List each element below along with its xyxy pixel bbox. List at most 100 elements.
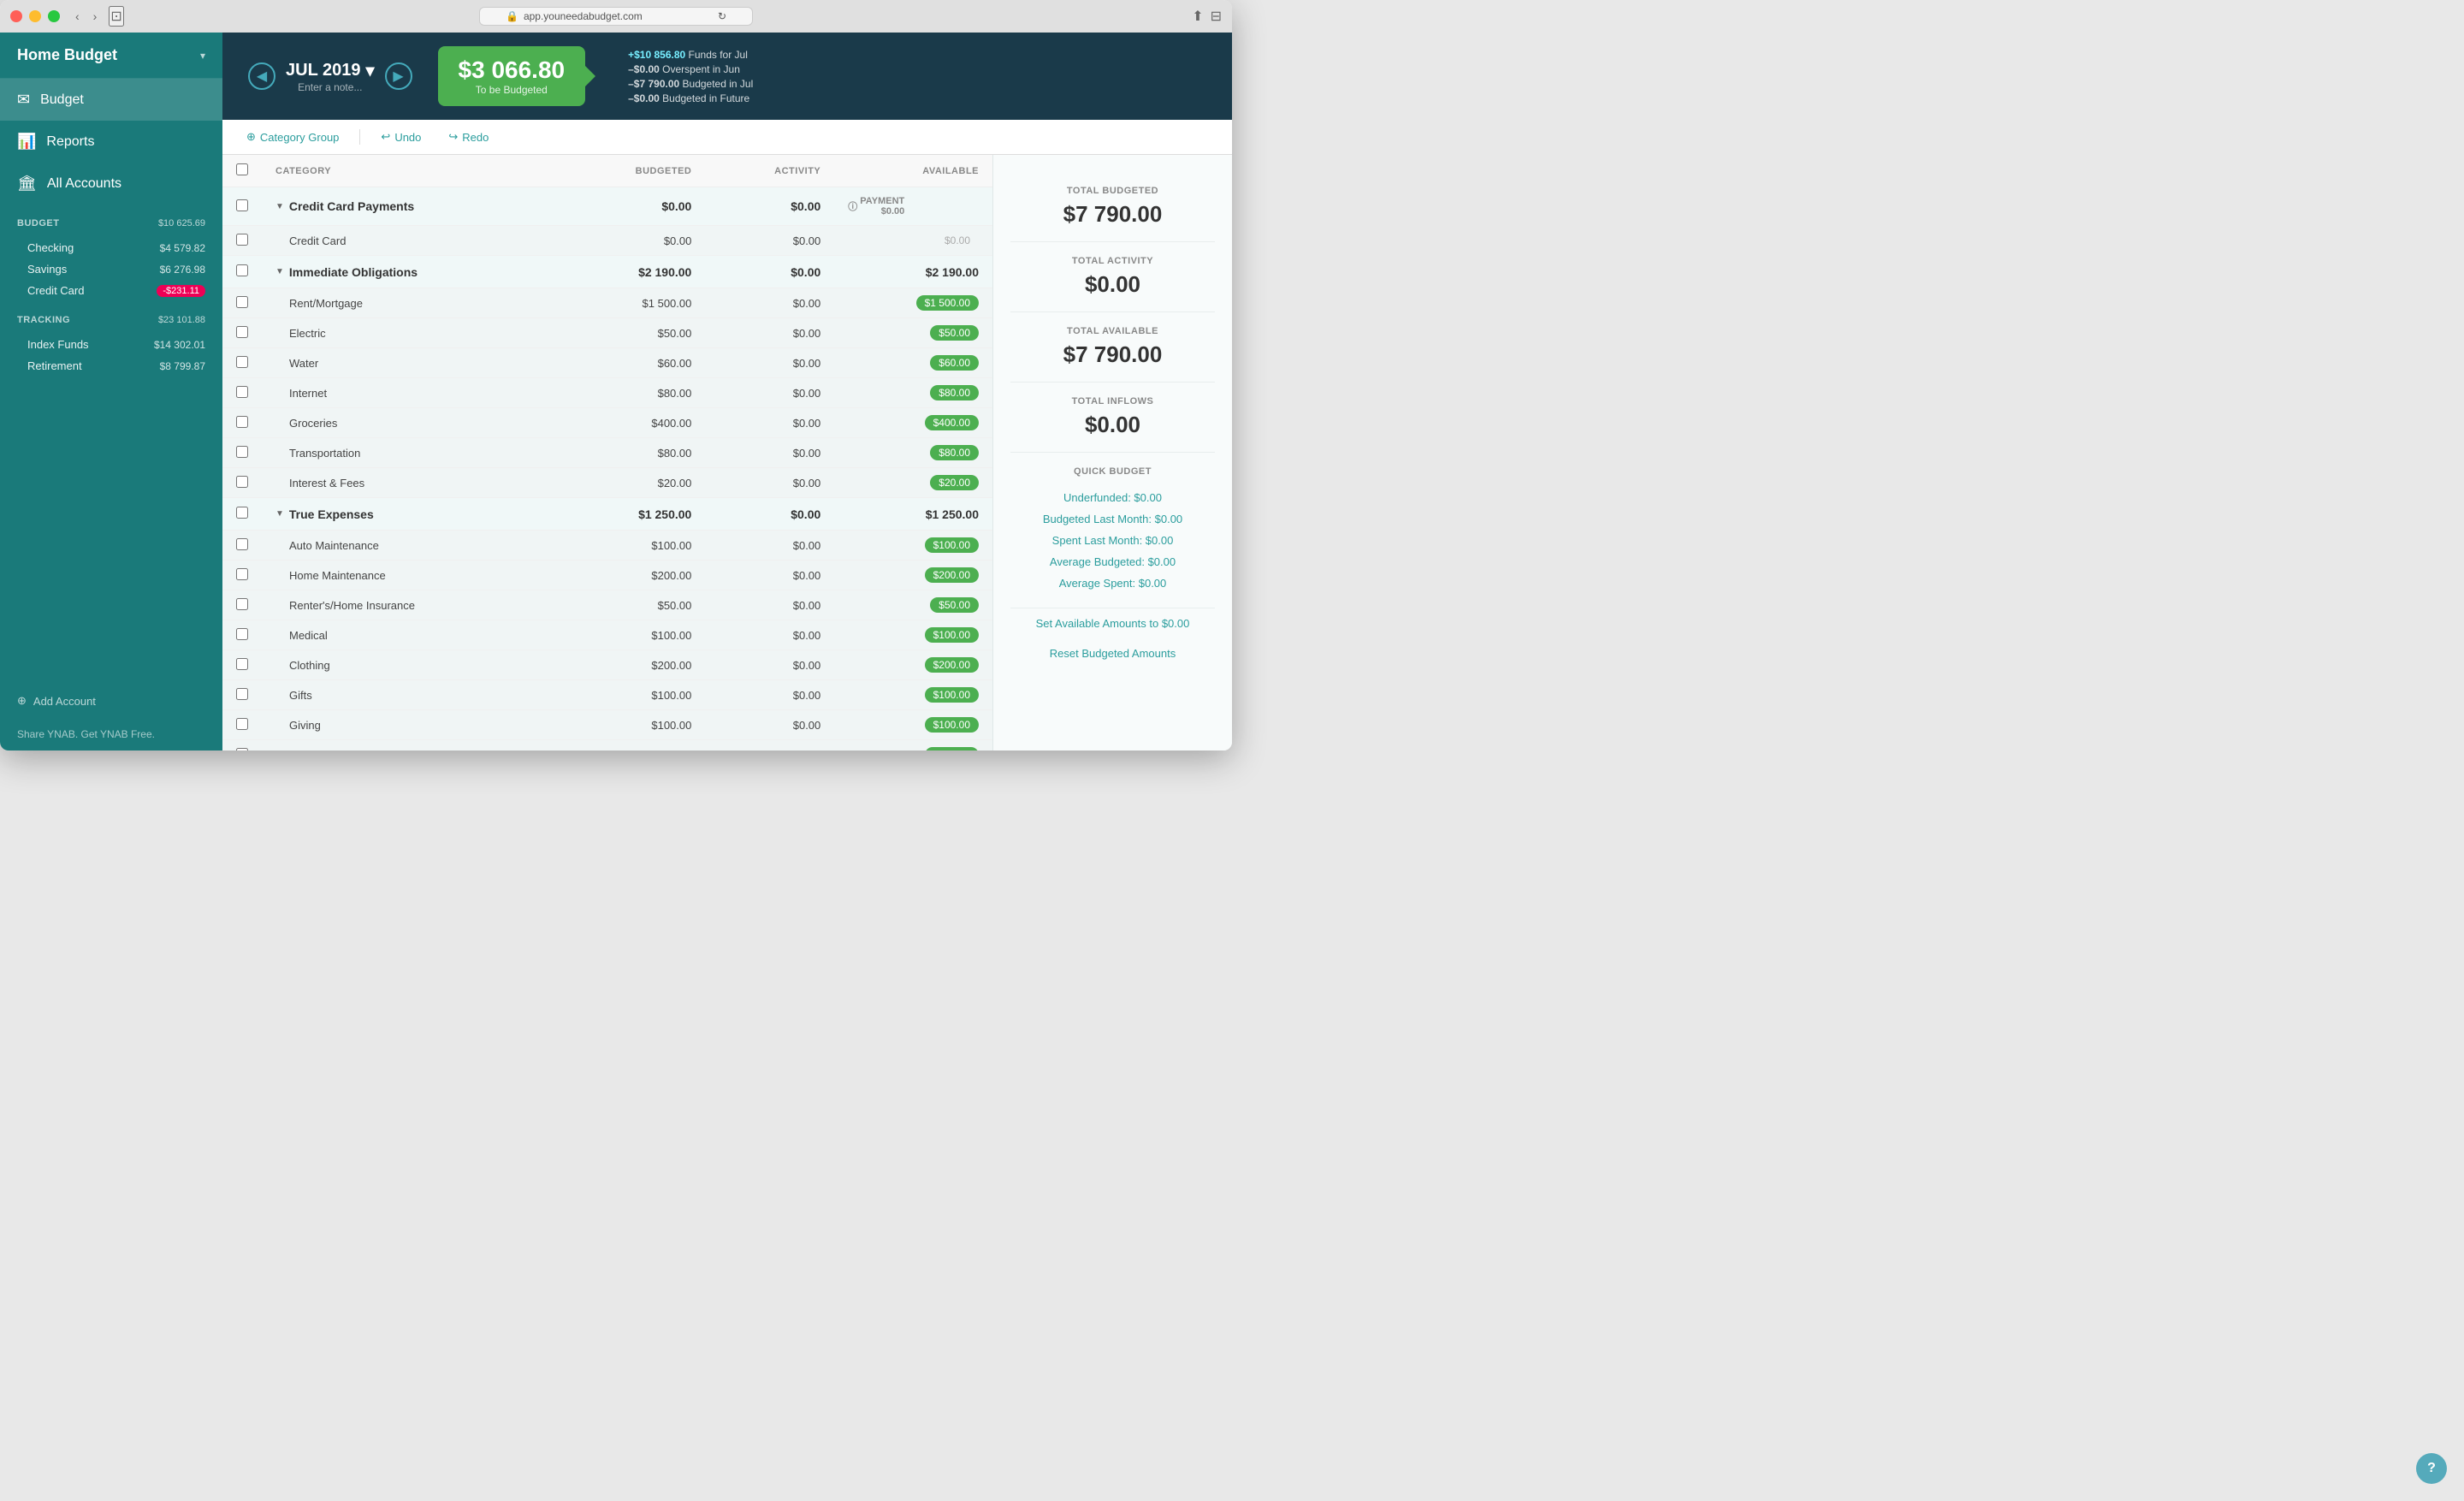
tracking-section-header[interactable]: TRACKING $23 101.88 (17, 310, 205, 330)
row-checkbox[interactable] (236, 628, 248, 640)
sidebar-account-savings[interactable]: Savings $6 276.98 (0, 258, 222, 280)
available-badge[interactable]: $80.00 (930, 445, 979, 460)
item-available: $20.00 (834, 468, 992, 498)
add-account-button[interactable]: ⊕ Add Account (0, 684, 222, 718)
sidebar-account-checking[interactable]: Checking $4 579.82 (0, 237, 222, 258)
available-badge[interactable]: $200.00 (925, 567, 979, 583)
item-budgeted[interactable]: $100.00 (559, 620, 705, 650)
quick-budget-budgeted-last-month[interactable]: Budgeted Last Month: $0.00 (1010, 508, 1215, 530)
available-badge[interactable]: $100.00 (925, 537, 979, 553)
row-checkbox[interactable] (236, 538, 248, 550)
set-available-button[interactable]: Set Available Amounts to $0.00 (1010, 608, 1215, 638)
sidebar-toggle-button[interactable]: ⊡ (109, 6, 123, 27)
group-budgeted[interactable]: $2 190.00 (559, 256, 705, 288)
titlebar: ‹ › ⊡ 🔒 app.youneedabudget.com ↻ ⬆ ⊟ (0, 0, 1232, 33)
sidebar-account-retirement[interactable]: Retirement $8 799.87 (0, 355, 222, 377)
url-bar[interactable]: 🔒 app.youneedabudget.com ↻ (479, 7, 753, 26)
quick-budget-average-budgeted[interactable]: Average Budgeted: $0.00 (1010, 551, 1215, 573)
item-budgeted[interactable]: $80.00 (559, 378, 705, 408)
row-checkbox[interactable] (236, 326, 248, 338)
item-budgeted[interactable]: $50.00 (559, 318, 705, 348)
available-badge-zero[interactable]: $0.00 (936, 233, 979, 248)
budget-section-header[interactable]: BUDGET $10 625.69 (17, 213, 205, 234)
available-badge[interactable]: $50.00 (930, 597, 979, 613)
item-budgeted[interactable]: $100.00 (559, 710, 705, 740)
quick-budget-underfunded[interactable]: Underfunded: $0.00 (1010, 487, 1215, 508)
row-checkbox[interactable] (236, 386, 248, 398)
available-badge[interactable]: $100.00 (925, 687, 979, 703)
row-checkbox[interactable] (236, 264, 248, 276)
group-budgeted[interactable]: $0.00 (559, 187, 705, 226)
row-checkbox[interactable] (236, 199, 248, 211)
item-budgeted[interactable]: $60.00 (559, 348, 705, 378)
row-checkbox[interactable] (236, 296, 248, 308)
item-budgeted[interactable]: $20.00 (559, 468, 705, 498)
close-button[interactable] (10, 10, 22, 22)
row-checkbox[interactable] (236, 688, 248, 700)
row-checkbox[interactable] (236, 507, 248, 519)
item-budgeted[interactable]: $100.00 (559, 531, 705, 561)
to-be-budgeted-box[interactable]: $3 066.80 To be Budgeted (438, 46, 586, 106)
available-badge[interactable]: $100.00 (925, 627, 979, 643)
expand-arrow-icon[interactable]: ▼ (275, 267, 284, 276)
expand-arrow-icon[interactable]: ▼ (275, 509, 284, 519)
select-all-checkbox[interactable] (236, 163, 248, 175)
forward-button[interactable]: › (88, 8, 103, 25)
next-month-button[interactable]: ▶ (385, 62, 412, 90)
item-budgeted[interactable]: $400.00 (559, 408, 705, 438)
expand-arrow-icon[interactable]: ▼ (275, 202, 284, 211)
maximize-button[interactable] (48, 10, 60, 22)
row-checkbox[interactable] (236, 598, 248, 610)
sidebar-account-index-funds[interactable]: Index Funds $14 302.01 (0, 334, 222, 355)
prev-month-button[interactable]: ◀ (248, 62, 275, 90)
item-budgeted[interactable]: $100.00 (559, 680, 705, 710)
group-budgeted[interactable]: $1 250.00 (559, 498, 705, 531)
sidebar-arrow-icon[interactable]: ▾ (200, 50, 205, 62)
available-badge[interactable]: $60.00 (930, 355, 979, 371)
tbb-label: To be Budgeted (459, 84, 566, 96)
minimize-button[interactable] (29, 10, 41, 22)
available-badge[interactable]: $80.00 (930, 385, 979, 400)
redo-button[interactable]: ↪ Redo (441, 127, 495, 147)
row-checkbox[interactable] (236, 234, 248, 246)
undo-button[interactable]: ↩ Undo (374, 127, 428, 147)
row-checkbox[interactable] (236, 356, 248, 368)
row-checkbox[interactable] (236, 718, 248, 730)
sidebar-item-all-accounts[interactable]: 🏛 All Accounts (0, 163, 222, 205)
quick-budget-average-spent[interactable]: Average Spent: $0.00 (1010, 573, 1215, 594)
available-badge[interactable]: $1 500.00 (916, 295, 979, 311)
row-checkbox[interactable] (236, 568, 248, 580)
available-badge[interactable]: $200.00 (925, 657, 979, 673)
sidebar-item-budget[interactable]: ✉ Budget (0, 79, 222, 121)
share-button[interactable]: ⬆ (1192, 8, 1203, 25)
available-badge[interactable]: $20.00 (930, 475, 979, 490)
quick-budget-spent-last-month[interactable]: Spent Last Month: $0.00 (1010, 530, 1215, 551)
available-badge[interactable]: $100.00 (925, 717, 979, 733)
month-note[interactable]: Enter a note... (286, 81, 375, 93)
row-checkbox[interactable] (236, 658, 248, 670)
sidebar-item-reports[interactable]: 📊 Reports (0, 121, 222, 163)
item-budgeted[interactable]: $50.00 (559, 590, 705, 620)
item-budgeted[interactable]: $200.00 (559, 561, 705, 590)
row-checkbox[interactable] (236, 748, 248, 751)
available-badge[interactable]: $400.00 (925, 415, 979, 430)
item-budgeted[interactable]: $200.00 (559, 740, 705, 751)
item-budgeted[interactable]: $0.00 (559, 226, 705, 256)
help-button[interactable]: ? (2416, 1453, 2447, 1484)
row-checkbox[interactable] (236, 446, 248, 458)
item-budgeted[interactable]: $1 500.00 (559, 288, 705, 318)
item-budgeted[interactable]: $80.00 (559, 438, 705, 468)
add-category-group-button[interactable]: ⊕ Category Group (240, 127, 346, 147)
item-budgeted[interactable]: $200.00 (559, 650, 705, 680)
available-badge[interactable]: $50.00 (930, 325, 979, 341)
month-label[interactable]: JUL 2019 ▾ (286, 60, 375, 81)
row-checkbox[interactable] (236, 416, 248, 428)
reset-budgeted-button[interactable]: Reset Budgeted Amounts (1010, 638, 1215, 668)
back-button[interactable]: ‹ (70, 8, 85, 25)
sidebar-account-credit-card[interactable]: Credit Card -$231.11 (0, 280, 222, 301)
row-checkbox[interactable] (236, 476, 248, 488)
budget-table-area: CATEGORY BUDGETED ACTIVITY AVAILABLE ▼ C… (222, 155, 992, 750)
window-control-button[interactable]: ⊟ (1211, 8, 1222, 25)
url-text: app.youneedabudget.com (524, 10, 643, 22)
available-badge[interactable]: $200.00 (925, 747, 979, 750)
